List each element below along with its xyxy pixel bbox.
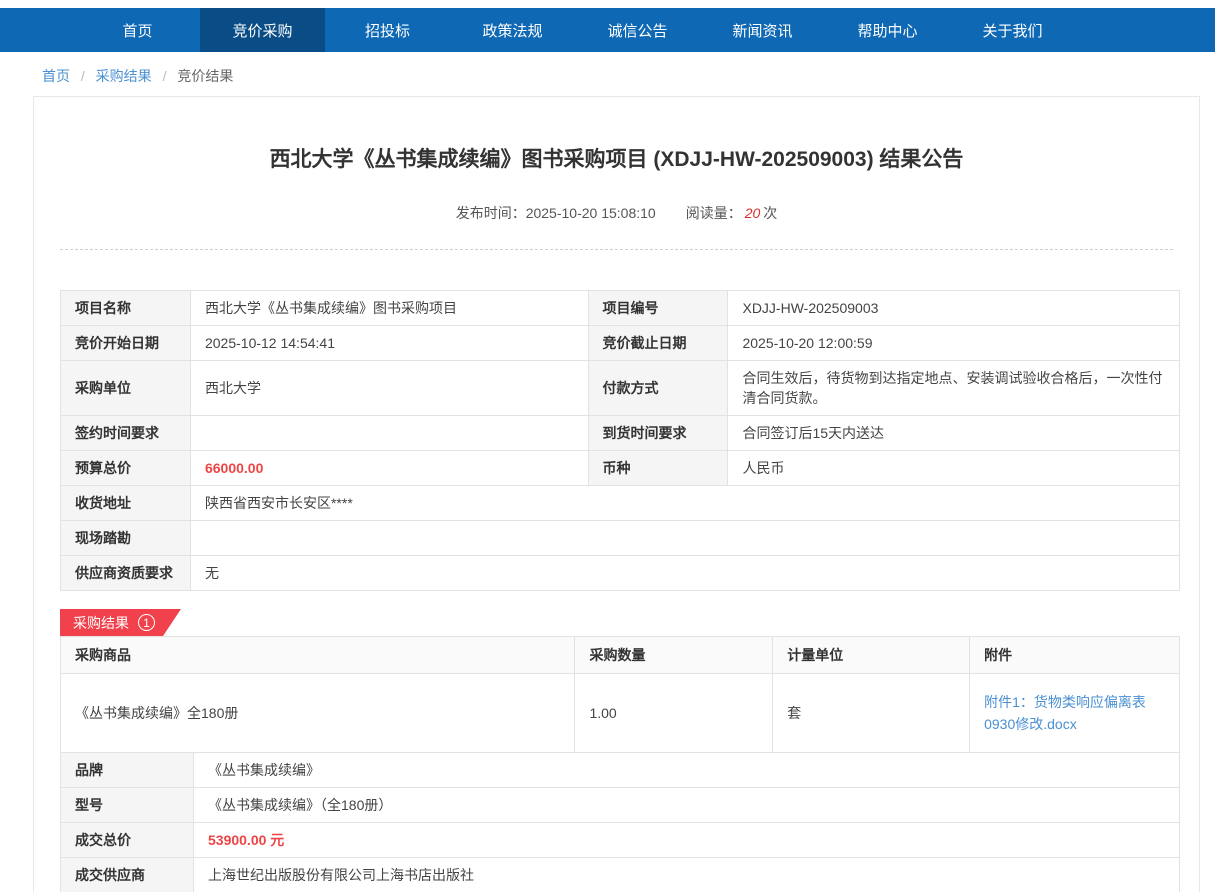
publish-time-value: 2025-10-20 15:08:10 [526,205,656,221]
field-label: 型号 [61,788,194,823]
field-label: 签约时间要求 [61,416,191,451]
field-label: 项目名称 [61,291,191,326]
field-label: 到货时间要求 [588,416,728,451]
purchase-result-table: 采购商品 采购数量 计量单位 附件 《丛书集成续编》全180册 1.00 套 附… [60,636,1180,753]
field-label: 预算总价 [61,451,191,486]
field-value: 合同生效后，待货物到达指定地点、安装调试验收合格后，一次性付清合同货款。 [728,361,1180,416]
breadcrumb-separator: / [163,68,167,84]
nav-tab-home[interactable]: 首页 [75,8,200,52]
field-value: 2025-10-12 14:54:41 [190,326,588,361]
table-row: 供应商资质要求 无 [61,556,1180,591]
article-meta: 发布时间：2025-10-20 15:08:10 阅读量：20次 [60,203,1173,223]
table-row: 现场踏勘 [61,521,1180,556]
field-value [190,416,588,451]
table-row: 成交总价 53900.00 元 [61,823,1180,858]
table-row: 品牌 《丛书集成续编》 [61,753,1180,788]
field-value: 2025-10-20 12:00:59 [728,326,1180,361]
purchase-result-badge: 采购结果 1 [60,609,181,636]
table-row: 成交供应商 上海世纪出版股份有限公司上海书店出版社 [61,858,1180,892]
breadcrumb-current: 竞价结果 [177,68,233,84]
field-value: 合同签订后15天内送达 [728,416,1180,451]
breadcrumb: 首页 / 采购结果 / 竞价结果 [0,52,1215,96]
nav-tab-policies[interactable]: 政策法规 [450,8,575,52]
field-label: 币种 [588,451,728,486]
table-row: 签约时间要求 到货时间要求 合同签订后15天内送达 [61,416,1180,451]
field-value: XDJJ-HW-202509003 [728,291,1180,326]
column-header: 附件 [970,637,1180,674]
table-header-row: 采购商品 采购数量 计量单位 附件 [61,637,1180,674]
table-row: 《丛书集成续编》全180册 1.00 套 附件1：货物类响应偏离表0930修改.… [61,674,1180,753]
field-label: 品牌 [61,753,194,788]
field-value: 上海世纪出版股份有限公司上海书店出版社 [194,858,1180,892]
field-value: 人民币 [728,451,1180,486]
publish-time-label: 发布时间： [456,205,526,221]
field-label: 收货地址 [61,486,191,521]
nav-tab-help-center[interactable]: 帮助中心 [825,8,950,52]
field-label: 成交供应商 [61,858,194,892]
table-row: 型号 《丛书集成续编》（全180册） [61,788,1180,823]
field-label: 采购单位 [61,361,191,416]
field-value: 陕西省西安市长安区**** [190,486,1179,521]
column-header: 计量单位 [773,637,970,674]
nav-tab-tendering[interactable]: 招投标 [325,8,450,52]
nav-tab-bidding-purchase[interactable]: 竞价采购 [200,8,325,52]
views-count: 20 [745,205,761,221]
field-value: 《丛书集成续编》 [194,753,1180,788]
badge-count: 1 [138,614,155,631]
product-name: 《丛书集成续编》全180册 [61,674,575,753]
field-label: 成交总价 [61,823,194,858]
field-label: 付款方式 [588,361,728,416]
deal-detail-table: 品牌 《丛书集成续编》 型号 《丛书集成续编》（全180册） 成交总价 5390… [60,752,1180,892]
dashed-divider [60,249,1173,250]
field-label: 项目编号 [588,291,728,326]
measure-unit: 套 [773,674,970,753]
field-label: 供应商资质要求 [61,556,191,591]
breadcrumb-separator: / [81,68,85,84]
views-label: 阅读量： [686,205,742,221]
page-title: 西北大学《丛书集成续编》图书采购项目 (XDJJ-HW-202509003) 结… [60,143,1173,173]
column-header: 采购数量 [575,637,773,674]
field-value: 无 [190,556,1179,591]
field-value: 《丛书集成续编》（全180册） [194,788,1180,823]
views-unit: 次 [763,205,777,221]
nav-spacer [0,8,75,52]
table-row: 项目名称 西北大学《丛书集成续编》图书采购项目 项目编号 XDJJ-HW-202… [61,291,1180,326]
table-row: 采购单位 西北大学 付款方式 合同生效后，待货物到达指定地点、安装调试验收合格后… [61,361,1180,416]
nav-tab-news[interactable]: 新闻资讯 [700,8,825,52]
column-header: 采购商品 [61,637,575,674]
field-value [190,521,1179,556]
attachment-link[interactable]: 附件1：货物类响应偏离表0930修改.docx [984,691,1165,735]
breadcrumb-purchase-results[interactable]: 采购结果 [96,68,152,84]
table-row: 竞价开始日期 2025-10-12 14:54:41 竞价截止日期 2025-1… [61,326,1180,361]
field-label: 竞价截止日期 [588,326,728,361]
field-value: 西北大学《丛书集成续编》图书采购项目 [190,291,588,326]
project-info-table: 项目名称 西北大学《丛书集成续编》图书采购项目 项目编号 XDJJ-HW-202… [60,290,1180,591]
field-value: 西北大学 [190,361,588,416]
breadcrumb-home[interactable]: 首页 [42,68,70,84]
field-label: 竞价开始日期 [61,326,191,361]
nav-tab-about-us[interactable]: 关于我们 [950,8,1075,52]
deal-total-price: 53900.00 元 [194,823,1180,858]
main-nav: 首页 竞价采购 招投标 政策法规 诚信公告 新闻资讯 帮助中心 关于我们 [0,8,1215,52]
announcement-card: 西北大学《丛书集成续编》图书采购项目 (XDJJ-HW-202509003) 结… [33,96,1200,892]
table-row: 收货地址 陕西省西安市长安区**** [61,486,1180,521]
table-row: 预算总价 66000.00 币种 人民币 [61,451,1180,486]
field-label: 现场踏勘 [61,521,191,556]
badge-label: 采购结果 [73,613,129,633]
nav-tab-integrity-notices[interactable]: 诚信公告 [575,8,700,52]
budget-total-value: 66000.00 [190,451,588,486]
purchase-quantity: 1.00 [575,674,773,753]
